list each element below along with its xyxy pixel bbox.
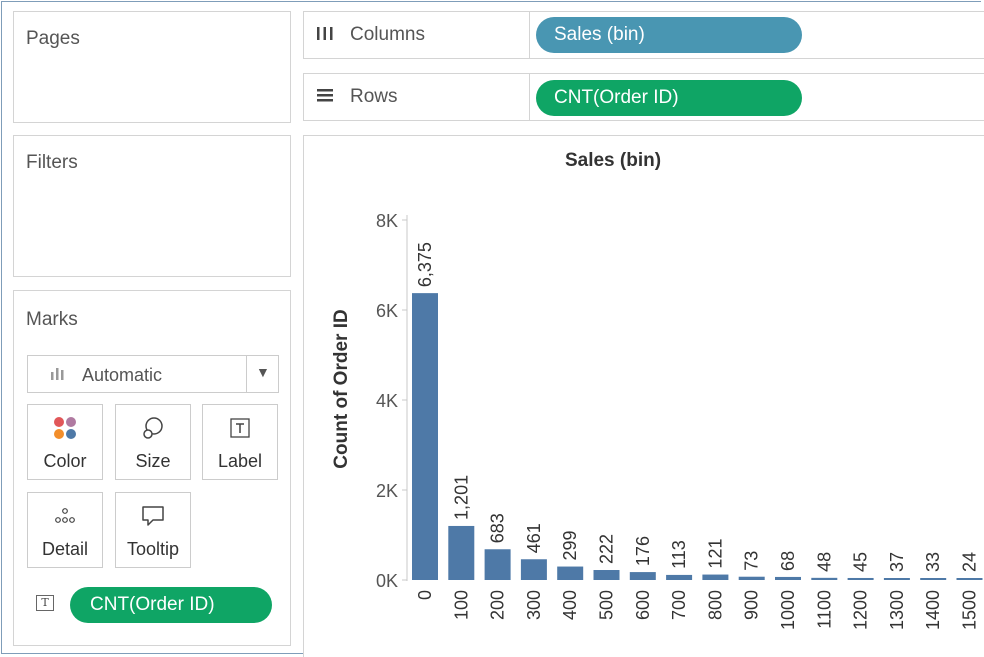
- bar: [883, 578, 910, 580]
- x-tick-label: 1000: [778, 590, 798, 630]
- bar-data-label: 45: [851, 552, 871, 572]
- y-tick-label: 8K: [376, 211, 398, 231]
- dropdown-divider: [246, 356, 247, 392]
- bar-data-label: 6,375: [415, 242, 435, 287]
- bar: [629, 572, 656, 580]
- x-tick-label: 500: [597, 590, 617, 620]
- tooltip-button[interactable]: Tooltip: [115, 492, 191, 568]
- text-label-icon: [203, 415, 277, 441]
- y-tick-label: 2K: [376, 481, 398, 501]
- bar-data-label: 222: [597, 534, 617, 564]
- bar-data-label: 683: [488, 513, 508, 543]
- bar: [920, 578, 947, 580]
- color-label: Color: [43, 451, 87, 471]
- y-tick-label: 0K: [376, 571, 398, 591]
- bar: [557, 566, 584, 580]
- x-tick-label: 300: [524, 590, 544, 620]
- chart-title: Sales (bin): [565, 150, 661, 171]
- label-label: Label: [217, 451, 263, 471]
- bar: [520, 559, 547, 580]
- mark-type-dropdown[interactable]: Automatic ▼: [27, 355, 279, 393]
- bar-data-label: 176: [633, 536, 653, 566]
- marks-card: Marks Automatic ▼ Color Size Label Detai…: [13, 290, 291, 646]
- bar-data-label: 37: [887, 552, 907, 572]
- bar-data-label: 121: [705, 539, 725, 569]
- rows-shelf[interactable]: Rows CNT(Order ID): [303, 73, 984, 121]
- columns-shelf[interactable]: Columns Sales (bin): [303, 11, 984, 59]
- bar: [775, 576, 801, 580]
- pages-card[interactable]: Pages: [13, 11, 291, 123]
- bar-data-label: 24: [960, 552, 980, 572]
- tooltip-label: Tooltip: [126, 539, 180, 559]
- x-tick-label: 1400: [923, 590, 943, 630]
- rows-icon: [316, 87, 334, 108]
- bar: [484, 549, 511, 580]
- tooltip-icon: [116, 503, 190, 529]
- chevron-down-icon[interactable]: ▼: [256, 364, 270, 380]
- detail-label: Detail: [41, 539, 89, 559]
- bar-data-label: 68: [778, 551, 798, 571]
- detail-button[interactable]: Detail: [27, 492, 103, 568]
- bar: [593, 570, 620, 580]
- x-tick-label: 0: [415, 590, 435, 600]
- mark-type-label: Automatic: [82, 365, 163, 385]
- bar-data-label: 461: [524, 523, 544, 553]
- bar: [811, 577, 838, 580]
- bar: [738, 576, 765, 580]
- rows-shelf-header: Rows: [304, 74, 530, 120]
- x-tick-label: 400: [560, 590, 580, 620]
- y-tick-label: 4K: [376, 391, 398, 411]
- automatic-mark-icon: [50, 366, 66, 385]
- columns-icon: [316, 25, 334, 46]
- bar-data-label: 113: [669, 540, 689, 569]
- sales-bin-pill[interactable]: Sales (bin): [536, 17, 802, 53]
- size-icon: [116, 415, 190, 441]
- bar-data-label: 299: [560, 530, 580, 560]
- cnt-order-id-pill[interactable]: CNT(Order ID): [536, 80, 802, 116]
- x-tick-label: 600: [633, 590, 653, 620]
- bar-data-label: 33: [923, 552, 943, 572]
- filters-title: Filters: [26, 152, 78, 173]
- pages-title: Pages: [26, 28, 80, 49]
- columns-shelf-header: Columns: [304, 12, 530, 58]
- text-label-icon: T: [36, 595, 54, 611]
- color-icon: [28, 415, 102, 441]
- cnt-order-id-label-pill[interactable]: CNT(Order ID): [70, 587, 272, 623]
- detail-icon: [28, 503, 102, 529]
- rows-label: Rows: [350, 86, 398, 107]
- bar: [412, 293, 438, 580]
- bar: [448, 525, 475, 580]
- filters-card[interactable]: Filters: [13, 135, 291, 277]
- x-tick-label: 1300: [887, 590, 907, 630]
- y-axis-title: Count of Order ID: [331, 309, 352, 468]
- x-tick-label: 1500: [960, 590, 980, 630]
- label-button[interactable]: Label: [202, 404, 278, 480]
- x-tick-label: 900: [742, 590, 762, 620]
- y-tick-label: 6K: [376, 301, 398, 321]
- bar: [666, 574, 693, 580]
- bar: [956, 578, 983, 580]
- histogram-chart: Sales (bin) Count of Order ID 0K 2K 4K 6K 8K 6,…: [331, 150, 983, 630]
- x-tick-label: 1200: [851, 590, 871, 630]
- marks-title: Marks: [26, 309, 78, 330]
- columns-label: Columns: [350, 24, 425, 45]
- x-tick-label: 100: [451, 590, 471, 620]
- x-tick-label: 1100: [814, 590, 834, 629]
- bar-data-label: 48: [814, 552, 834, 572]
- bar: [702, 574, 729, 580]
- bar-data-label: 1,201: [451, 475, 471, 520]
- bar: [847, 577, 874, 580]
- size-button[interactable]: Size: [115, 404, 191, 480]
- x-tick-label: 200: [488, 590, 508, 620]
- x-tick-label: 700: [669, 590, 689, 620]
- x-tick-label: 800: [705, 590, 725, 620]
- size-label: Size: [135, 451, 171, 471]
- color-button[interactable]: Color: [27, 404, 103, 480]
- bar-data-label: 73: [742, 551, 762, 571]
